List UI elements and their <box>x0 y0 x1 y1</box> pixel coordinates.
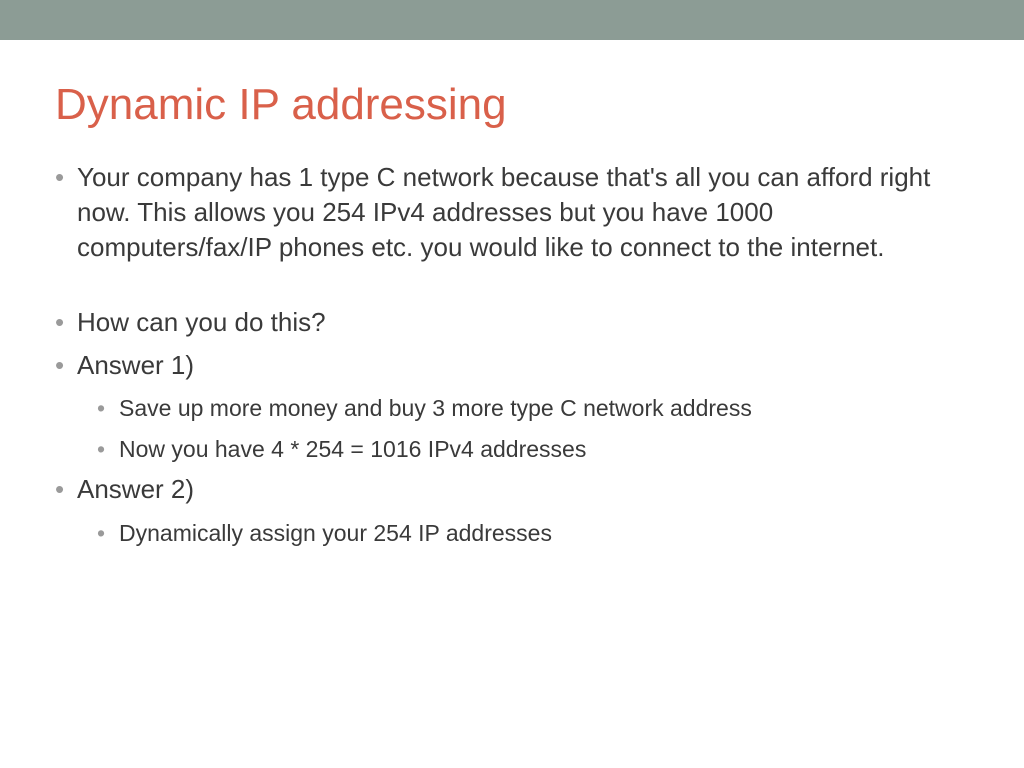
sub-bullet-item: Dynamically assign your 254 IP addresses <box>97 516 969 551</box>
bullet-intro: Your company has 1 type C network becaus… <box>55 160 969 265</box>
slide-title: Dynamic IP addressing <box>55 80 969 130</box>
bullet-answer-1: Answer 1) <box>55 348 969 383</box>
sub-bullet-item: Now you have 4 * 254 = 1016 IPv4 address… <box>97 432 969 467</box>
bullet-question: How can you do this? <box>55 305 969 340</box>
bullet-list-continued: Answer 2) <box>55 472 969 507</box>
sub-bullet-list-1: Save up more money and buy 3 more type C… <box>97 391 969 466</box>
slide-content: Dynamic IP addressing Your company has 1… <box>0 40 1024 550</box>
sub-bullet-item: Save up more money and buy 3 more type C… <box>97 391 969 426</box>
top-accent-bar <box>0 0 1024 40</box>
bullet-list: Your company has 1 type C network becaus… <box>55 160 969 383</box>
bullet-answer-2: Answer 2) <box>55 472 969 507</box>
sub-bullet-list-2: Dynamically assign your 254 IP addresses <box>97 516 969 551</box>
